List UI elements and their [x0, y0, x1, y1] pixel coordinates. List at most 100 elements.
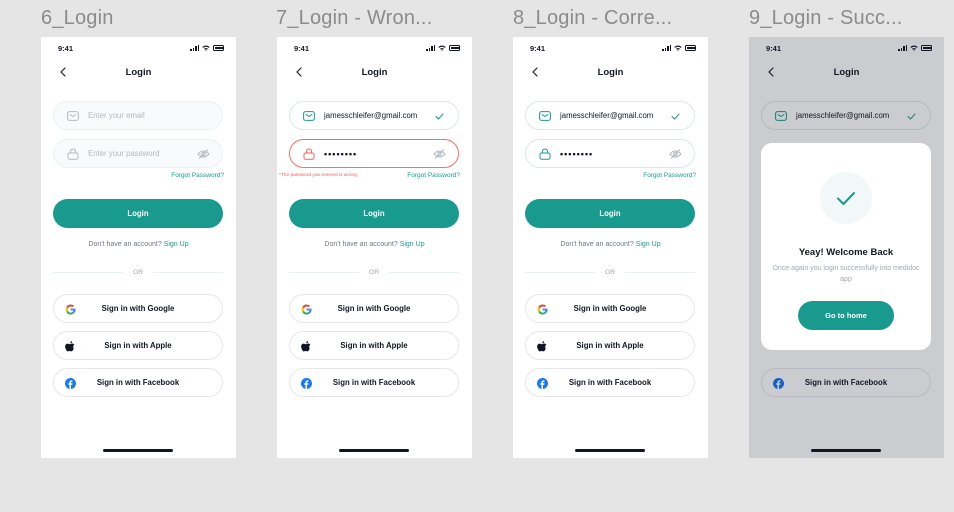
- or-text: OR: [132, 268, 144, 276]
- frame-label-9-login-success: 9_Login - Succ...: [749, 7, 903, 29]
- frame-label-6-login: 6_Login: [41, 7, 114, 29]
- login-button[interactable]: Login: [289, 199, 459, 228]
- apple-icon: [300, 340, 312, 352]
- status-bar: 9:41: [513, 44, 708, 56]
- google-signin-label: Sign in with Google: [337, 304, 411, 313]
- lock-icon: [66, 147, 80, 161]
- home-indicator: [103, 449, 173, 452]
- signup-link[interactable]: Sign Up: [636, 241, 661, 248]
- google-icon: [300, 303, 312, 315]
- signup-prompt: Don't have an account?: [88, 241, 162, 248]
- or-text: OR: [368, 268, 380, 276]
- mail-icon: [302, 109, 316, 123]
- facebook-icon: [300, 377, 312, 389]
- page-title: Login: [125, 67, 152, 78]
- page-title: Login: [361, 67, 388, 78]
- success-check-icon: [820, 172, 872, 224]
- or-divider: OR: [289, 268, 460, 276]
- email-value: jamesschleifer@gmail.com: [324, 111, 418, 120]
- apple-signin-button[interactable]: Sign in with Apple: [53, 331, 223, 360]
- forgot-password-link[interactable]: Forgot Password?: [171, 172, 224, 179]
- signal-icon: [190, 45, 199, 51]
- signup-link[interactable]: Sign Up: [400, 241, 425, 248]
- forgot-password-link[interactable]: Forgot Password?: [407, 172, 460, 179]
- status-time: 9:41: [294, 44, 310, 53]
- apple-icon: [64, 340, 76, 352]
- password-value: ••••••••: [324, 148, 358, 159]
- apple-signin-button[interactable]: Sign in with Apple: [525, 331, 695, 360]
- eye-off-icon[interactable]: [196, 147, 210, 161]
- apple-signin-label: Sign in with Apple: [340, 341, 408, 350]
- signal-icon: [426, 45, 435, 51]
- home-indicator: [575, 449, 645, 452]
- eye-off-icon[interactable]: [432, 147, 446, 161]
- battery-icon: [213, 45, 224, 51]
- facebook-icon: [536, 377, 548, 389]
- signal-icon: [662, 45, 671, 51]
- signup-prompt: Don't have an account?: [560, 241, 634, 248]
- eye-off-icon[interactable]: [668, 147, 682, 161]
- phone-frame-login-correct: 9:41 Login jamesschleifer@gmail.com ••••…: [513, 37, 708, 458]
- facebook-signin-label: Sign in with Facebook: [96, 378, 180, 387]
- mail-icon: [66, 109, 80, 123]
- or-divider: OR: [53, 268, 224, 276]
- google-signin-label: Sign in with Google: [101, 304, 175, 313]
- login-button[interactable]: Login: [525, 199, 695, 228]
- wifi-icon: [674, 45, 682, 51]
- login-button[interactable]: Login: [53, 199, 223, 228]
- or-divider: OR: [525, 268, 696, 276]
- facebook-signin-button[interactable]: Sign in with Facebook: [525, 368, 695, 397]
- facebook-signin-button[interactable]: Sign in with Facebook: [53, 368, 223, 397]
- password-error-message: *The password you entered is wrong: [279, 173, 357, 178]
- google-signin-button[interactable]: Sign in with Google: [525, 294, 695, 323]
- mail-icon: [538, 109, 552, 123]
- apple-signin-label: Sign in with Apple: [104, 341, 172, 350]
- password-field[interactable]: ••••••••: [525, 139, 695, 168]
- google-signin-label: Sign in with Google: [573, 304, 647, 313]
- email-field[interactable]: jamesschleifer@gmail.com: [525, 101, 695, 130]
- signup-line: Don't have an account? Sign Up: [277, 241, 472, 248]
- or-text: OR: [604, 268, 616, 276]
- frame-label-7-login-wrong: 7_Login - Wron...: [276, 7, 433, 29]
- facebook-icon: [64, 377, 76, 389]
- phone-frame-login-wrong: 9:41 Login jamesschleifer@gmail.com ••••…: [277, 37, 472, 458]
- go-to-home-button[interactable]: Go to home: [798, 301, 894, 330]
- password-field[interactable]: Enter your password: [53, 139, 223, 168]
- password-placeholder: Enter your password: [88, 149, 160, 158]
- password-value: ••••••••: [560, 148, 594, 159]
- google-icon: [64, 303, 76, 315]
- signup-link[interactable]: Sign Up: [164, 241, 189, 248]
- status-bar: 9:41: [41, 44, 236, 56]
- google-icon: [536, 303, 548, 315]
- signup-line: Don't have an account? Sign Up: [41, 241, 236, 248]
- facebook-signin-button[interactable]: Sign in with Facebook: [289, 368, 459, 397]
- status-time: 9:41: [58, 44, 74, 53]
- check-icon: [432, 109, 446, 123]
- signup-line: Don't have an account? Sign Up: [513, 241, 708, 248]
- email-placeholder: Enter your email: [88, 111, 145, 120]
- facebook-signin-label: Sign in with Facebook: [332, 378, 416, 387]
- forgot-password-link[interactable]: Forgot Password?: [643, 172, 696, 179]
- email-field[interactable]: jamesschleifer@gmail.com: [289, 101, 459, 130]
- page-title: Login: [597, 67, 624, 78]
- check-icon: [668, 109, 682, 123]
- google-signin-button[interactable]: Sign in with Google: [53, 294, 223, 323]
- status-time: 9:41: [530, 44, 546, 53]
- apple-signin-button[interactable]: Sign in with Apple: [289, 331, 459, 360]
- modal-title: Yeay! Welcome Back: [798, 247, 894, 258]
- wifi-icon: [438, 45, 446, 51]
- apple-icon: [536, 340, 548, 352]
- email-field[interactable]: Enter your email: [53, 101, 223, 130]
- battery-icon: [449, 45, 460, 51]
- apple-signin-label: Sign in with Apple: [576, 341, 644, 350]
- lock-icon: [302, 147, 316, 161]
- status-bar: 9:41: [277, 44, 472, 56]
- frame-label-8-login-correct: 8_Login - Corre...: [513, 7, 673, 29]
- wifi-icon: [202, 45, 210, 51]
- google-signin-button[interactable]: Sign in with Google: [289, 294, 459, 323]
- phone-frame-login: 9:41 Login Enter your email Enter your p…: [41, 37, 236, 458]
- phone-frame-login-success: 9:41 Login jamesschleifer@gmail.com Sign…: [749, 37, 944, 458]
- password-field[interactable]: ••••••••: [289, 139, 459, 168]
- lock-icon: [538, 147, 552, 161]
- facebook-signin-label: Sign in with Facebook: [568, 378, 652, 387]
